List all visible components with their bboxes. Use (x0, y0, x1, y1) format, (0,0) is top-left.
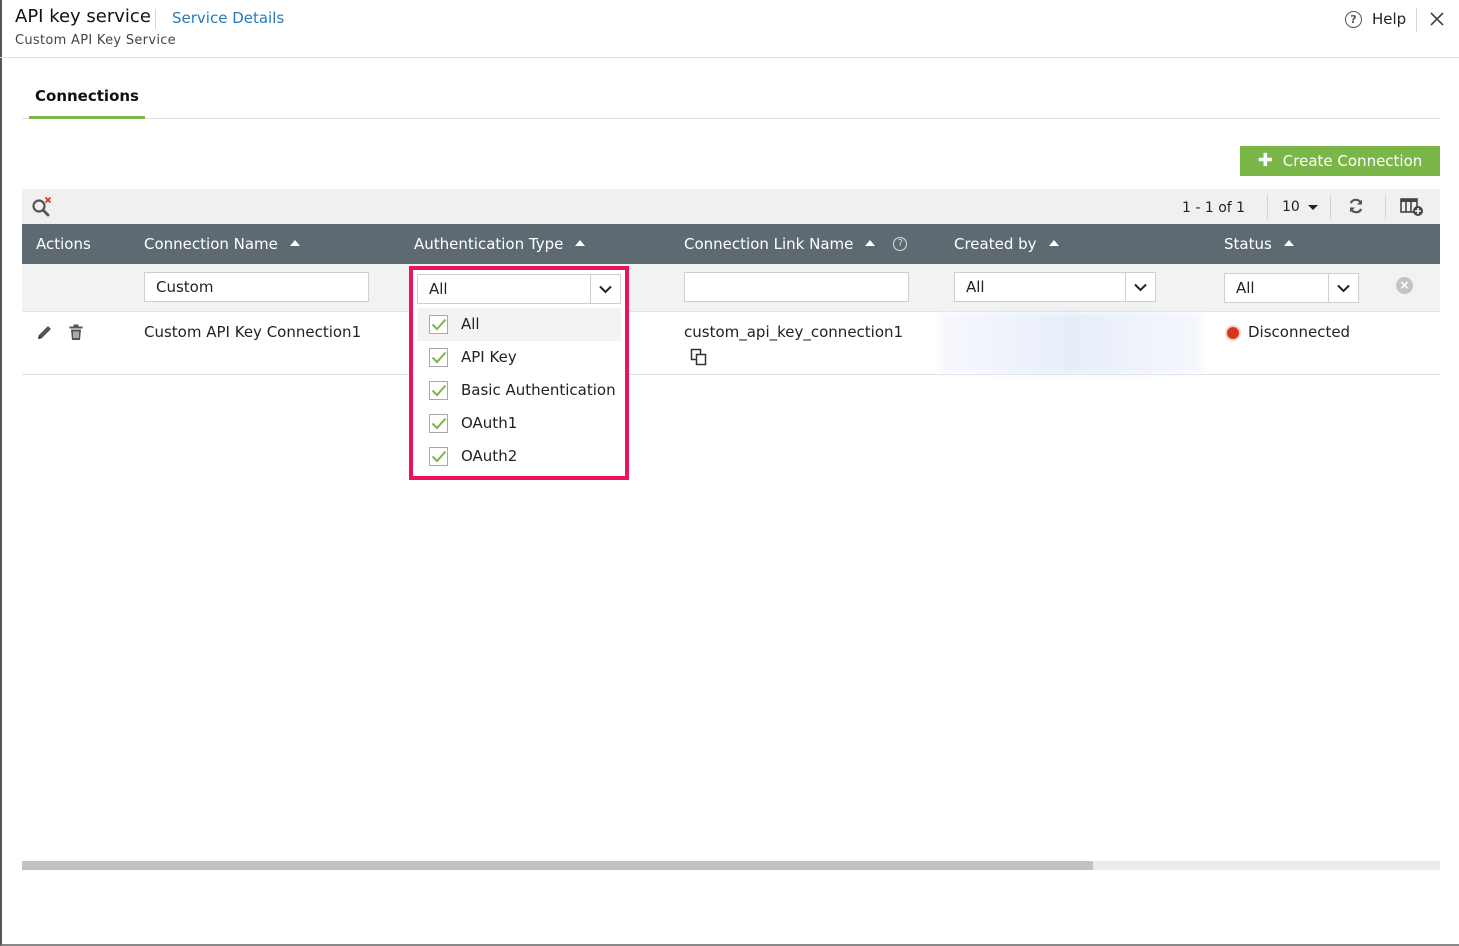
table-header: Actions Connection Name Authentication T… (22, 224, 1440, 264)
status-filter-select[interactable]: All (1224, 273, 1359, 303)
help-icon[interactable]: ? (893, 236, 908, 251)
page-header: API key service Service Details Custom A… (0, 0, 1459, 58)
check-icon (431, 450, 447, 463)
per-page-value: 10 (1282, 199, 1300, 215)
checkbox[interactable] (429, 315, 448, 334)
authentication-type-options: All API Key Basic Authentication OAuth1 … (417, 308, 621, 473)
sort-asc-icon (575, 239, 586, 246)
authentication-type-dropdown: All All API Key Basic Authentication OAu… (409, 266, 629, 480)
scrollbar-thumb[interactable] (22, 861, 1093, 870)
option-oauth1[interactable]: OAuth1 (417, 407, 621, 440)
chevron-down-icon (590, 275, 620, 303)
tab-bar: Connections (22, 80, 1440, 119)
column-header-label: Connection Name (144, 235, 278, 253)
toolbar-divider (1267, 195, 1268, 219)
check-icon (431, 318, 447, 331)
search-clear-icon[interactable] (30, 196, 54, 218)
filter-row: Custom All All × (22, 264, 1440, 312)
help-icon: ? (1345, 10, 1362, 28)
tab-connections[interactable]: Connections (29, 80, 145, 119)
toolbar-divider (1385, 195, 1386, 219)
created-by-filter-select[interactable]: All (954, 272, 1156, 302)
column-header-authentication-type[interactable]: Authentication Type (414, 235, 586, 253)
title-divider (155, 9, 156, 29)
clear-filter-icon[interactable]: × (1396, 277, 1413, 294)
create-connection-label: Create Connection (1282, 152, 1423, 170)
column-header-label: Connection Link Name (684, 235, 854, 253)
column-header-actions: Actions (36, 235, 91, 253)
grid-toolbar: 1 - 1 of 1 10 (22, 189, 1440, 224)
checkbox[interactable] (429, 447, 448, 466)
toolbar-divider (1330, 195, 1331, 219)
option-label: All (461, 315, 480, 333)
status-disconnected-icon (1227, 327, 1239, 339)
help-button[interactable]: ? Help (1345, 10, 1406, 28)
column-header-label: Actions (36, 235, 91, 253)
create-connection-button[interactable]: ✚ Create Connection (1240, 146, 1440, 176)
option-basic-authentication[interactable]: Basic Authentication (417, 374, 621, 407)
chevron-down-icon (1125, 273, 1155, 301)
sort-asc-icon (1283, 239, 1294, 246)
authentication-type-filter-select[interactable]: All (417, 274, 621, 304)
option-all[interactable]: All (417, 308, 621, 341)
filter-value: All (1236, 279, 1255, 297)
connection-link-name-filter-input[interactable] (684, 272, 909, 302)
per-page-select[interactable]: 10 (1282, 199, 1319, 215)
check-icon (431, 384, 447, 397)
service-details-link[interactable]: Service Details (172, 9, 284, 27)
created-by-redacted (937, 312, 1202, 374)
connection-name-cell: Custom API Key Connection1 (144, 323, 362, 341)
sort-asc-icon (289, 239, 300, 246)
filter-value: All (966, 278, 985, 296)
connection-name-filter-input[interactable]: Custom (144, 272, 369, 302)
table-row: Custom API Key Connection1 custom_api_ke… (22, 312, 1440, 375)
option-label: API Key (461, 348, 517, 366)
checkbox[interactable] (429, 414, 448, 433)
check-icon (431, 351, 447, 364)
copy-icon[interactable] (690, 348, 708, 366)
sort-asc-icon (1048, 239, 1059, 246)
chevron-down-icon (1328, 274, 1358, 302)
filter-value: All (429, 280, 448, 298)
column-header-connection-name[interactable]: Connection Name (144, 235, 300, 253)
column-header-created-by[interactable]: Created by (954, 235, 1059, 253)
column-settings-icon[interactable] (1400, 197, 1424, 217)
edit-icon[interactable] (36, 324, 53, 341)
check-icon (431, 417, 447, 430)
column-header-label: Authentication Type (414, 235, 564, 253)
status-cell: Disconnected (1248, 323, 1351, 341)
page-subtitle: Custom API Key Service (15, 33, 176, 48)
option-label: Basic Authentication (461, 381, 616, 399)
option-label: OAuth1 (461, 414, 518, 432)
plus-icon: ✚ (1257, 150, 1273, 171)
caret-down-icon (1308, 204, 1319, 210)
window-frame (0, 0, 1459, 946)
checkbox[interactable] (429, 381, 448, 400)
help-label: Help (1372, 10, 1407, 28)
column-header-label: Created by (954, 235, 1037, 253)
column-header-status[interactable]: Status (1224, 235, 1294, 253)
sort-asc-icon (865, 239, 876, 246)
page-title: API key service (15, 6, 151, 27)
option-api-key[interactable]: API Key (417, 341, 621, 374)
option-label: OAuth2 (461, 447, 518, 465)
option-oauth2[interactable]: OAuth2 (417, 440, 621, 473)
refresh-icon[interactable] (1347, 197, 1365, 215)
column-header-connection-link-name[interactable]: Connection Link Name? (684, 235, 908, 253)
pagination-info: 1 - 1 of 1 (1182, 200, 1246, 216)
close-icon[interactable] (1428, 9, 1446, 29)
horizontal-scrollbar[interactable] (22, 861, 1440, 870)
column-header-label: Status (1224, 235, 1272, 253)
connection-link-name-cell: custom_api_key_connection1 (684, 323, 904, 341)
header-divider (1416, 8, 1417, 32)
checkbox[interactable] (429, 348, 448, 367)
delete-icon[interactable] (69, 324, 83, 341)
